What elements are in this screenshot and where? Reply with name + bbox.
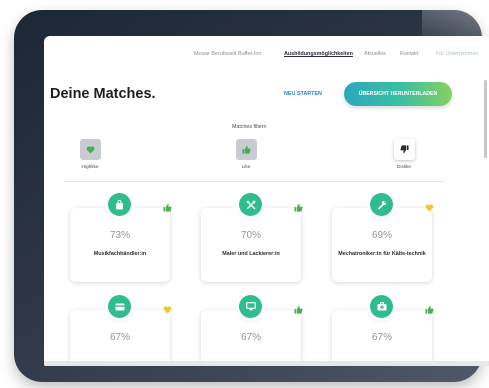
match-card-badge [370, 193, 393, 216]
section-divider [64, 181, 444, 182]
tools-icon [246, 200, 255, 209]
match-percent: 73% [109, 230, 130, 241]
nav-item-aktuelles[interactable]: Aktuelles [364, 51, 386, 57]
match-card-badge [108, 193, 131, 216]
match-card[interactable]: 67% [70, 295, 172, 366]
match-name: Musikfachhändler:in [93, 251, 147, 257]
reaction-like [163, 199, 172, 217]
filter-highlike-box[interactable] [79, 139, 101, 160]
match-name: Mechatroniker:in für Kälte-technik [338, 251, 426, 257]
thumbs-up-icon [425, 305, 434, 314]
match-card-badge [239, 193, 262, 216]
thumbs-up-icon [163, 203, 172, 212]
filter-heading: Matches filtern [232, 124, 267, 130]
top-navigation: Messe Berufswelt Buffet-Inn Ausbildungsm… [44, 36, 489, 66]
filter-dislike-label: Dislike [396, 165, 412, 170]
page-title: Deine Matches. [50, 86, 156, 102]
match-percent: 67% [371, 332, 392, 343]
filter-like-label: Like [241, 165, 251, 170]
filter-highlike[interactable]: Highlike [70, 139, 110, 170]
thumbs-up-icon [294, 203, 303, 212]
thumbs-up-icon [294, 305, 303, 314]
wrench-icon [377, 200, 386, 209]
tablet-frame: Messe Berufswelt Buffet-Inn Ausbildungsm… [14, 10, 489, 382]
reaction-like [294, 199, 303, 217]
heart-icon [425, 204, 434, 212]
filter-like[interactable]: Like [226, 139, 266, 170]
filter-like-box[interactable] [235, 139, 257, 160]
nav-item-messe[interactable]: Messe Berufswelt Buffet-Inn [194, 51, 261, 57]
match-card-badge [239, 295, 262, 318]
match-percent: 67% [109, 332, 130, 343]
match-card[interactable]: 70% Maler und Lackierer:in [201, 193, 303, 282]
match-percent: 70% [240, 230, 261, 241]
medkit-icon [377, 302, 386, 311]
filter-highlike-label: Highlike [81, 165, 99, 170]
bag-icon [116, 199, 123, 209]
nav-item-kontakt[interactable]: Kontakt [400, 51, 418, 57]
match-name: Maler und Lackierer:in [222, 251, 280, 257]
match-percent: 67% [240, 332, 261, 343]
nav-item-unternehmen[interactable]: Für Unternehmen [436, 51, 478, 57]
match-card[interactable]: 67% [332, 295, 434, 366]
match-card-badge [370, 295, 393, 318]
scrollbar[interactable] [484, 80, 487, 158]
thumbs-up-icon [241, 145, 251, 154]
match-card[interactable]: 67% [201, 295, 303, 366]
reaction-like [294, 301, 303, 319]
reaction-highlike [163, 301, 172, 319]
match-card[interactable]: 69% Mechatroniker:in für Kälte-technik [332, 193, 434, 282]
download-overview-button[interactable]: ÜBERSICHT HERUNTERLADEN [344, 82, 452, 106]
match-percent: 69% [371, 230, 392, 241]
filter-dislike-box[interactable] [393, 139, 415, 160]
match-card[interactable]: 73% Musikfachhändler:in [70, 193, 172, 282]
reaction-like [425, 301, 434, 319]
restart-button[interactable]: NEU STARTEN [284, 91, 322, 97]
bottom-bar [44, 361, 489, 366]
heart-icon [163, 306, 172, 314]
thumbs-down-icon [399, 145, 409, 154]
monitor-icon [245, 302, 256, 311]
heart-icon [86, 145, 94, 154]
match-card-badge [108, 295, 131, 318]
card-icon [115, 303, 124, 310]
reaction-highlike [425, 199, 434, 217]
nav-item-ausbildung[interactable]: Ausbildungsmöglichkeiten [284, 51, 353, 57]
filter-dislike[interactable]: Dislike [384, 139, 424, 170]
screen: Messe Berufswelt Buffet-Inn Ausbildungsm… [44, 36, 489, 366]
